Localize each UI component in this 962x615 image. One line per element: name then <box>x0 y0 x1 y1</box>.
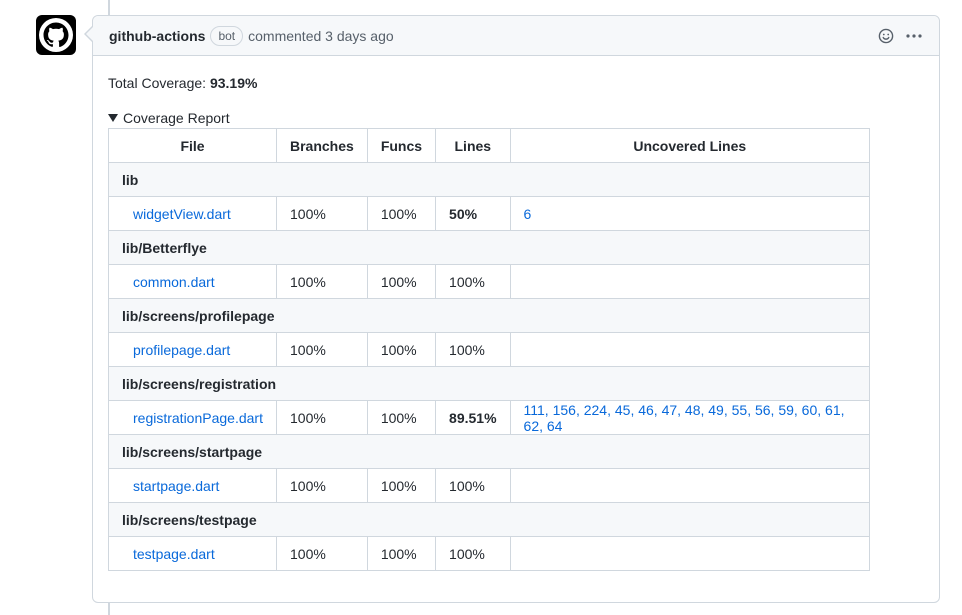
uncovered-lines-cell: 111, 156, 224, 45, 46, 47, 48, 49, 55, 5… <box>509 400 871 435</box>
file-cell: widgetView.dart <box>108 196 277 231</box>
author-avatar[interactable] <box>36 15 76 55</box>
file-link[interactable]: widgetView.dart <box>133 206 231 222</box>
comment-body: Total Coverage: 93.19% Coverage Report F… <box>93 56 939 589</box>
uncovered-lines-cell <box>509 332 871 367</box>
funcs-cell: 100% <box>366 468 437 503</box>
comment-actions <box>877 27 923 45</box>
table-row: common.dart 100% 100% 100% <box>108 264 871 299</box>
funcs-cell: 100% <box>366 264 437 299</box>
triangle-down-icon <box>108 114 118 122</box>
uncovered-lines-cell <box>509 536 871 571</box>
bot-badge: bot <box>210 25 244 46</box>
branches-cell: 100% <box>276 468 368 503</box>
file-cell: profilepage.dart <box>108 332 277 367</box>
group-name: lib/screens/startpage <box>108 434 870 469</box>
group-name: lib <box>108 162 870 197</box>
coverage-report-toggle[interactable]: Coverage Report <box>108 109 924 127</box>
file-cell: registrationPage.dart <box>108 400 277 435</box>
funcs-cell: 100% <box>366 400 437 435</box>
uncovered-lines-link[interactable]: 6 <box>524 206 532 222</box>
column-header-file: File <box>108 128 277 163</box>
smiley-icon[interactable] <box>877 27 895 45</box>
comment-header: github-actions bot commented 3 days ago <box>93 16 939 56</box>
kebab-horizontal-icon[interactable] <box>905 27 923 45</box>
file-cell: common.dart <box>108 264 277 299</box>
total-coverage: Total Coverage: 93.19% <box>108 74 924 92</box>
uncovered-lines-cell: 6 <box>509 196 871 231</box>
file-link[interactable]: profilepage.dart <box>133 342 230 358</box>
uncovered-lines-cell <box>509 468 871 503</box>
group-name: lib/screens/registration <box>108 366 870 401</box>
file-link[interactable]: testpage.dart <box>133 546 215 562</box>
table-group-row: lib/Betterflye <box>108 230 870 265</box>
branches-cell: 100% <box>276 536 368 571</box>
branches-cell: 100% <box>276 400 368 435</box>
table-header-row: File Branches Funcs Lines Uncovered Line… <box>108 128 871 163</box>
table-group-row: lib/screens/profilepage <box>108 298 870 333</box>
table-row: testpage.dart 100% 100% 100% <box>108 536 871 571</box>
file-link[interactable]: common.dart <box>133 274 215 290</box>
file-link[interactable]: registrationPage.dart <box>133 410 263 426</box>
group-name: lib/screens/profilepage <box>108 298 870 333</box>
table-group-row: lib/screens/startpage <box>108 434 870 469</box>
branches-cell: 100% <box>276 196 368 231</box>
table-group-row: lib/screens/registration <box>108 366 870 401</box>
coverage-table: File Branches Funcs Lines Uncovered Line… <box>108 128 871 571</box>
uncovered-lines-cell <box>509 264 871 299</box>
branches-cell: 100% <box>276 264 368 299</box>
file-cell: testpage.dart <box>108 536 277 571</box>
table-row: startpage.dart 100% 100% 100% <box>108 468 871 503</box>
table-group-row: lib <box>108 162 870 197</box>
funcs-cell: 100% <box>366 332 437 367</box>
table-row: profilepage.dart 100% 100% 100% <box>108 332 871 367</box>
total-coverage-value: 93.19% <box>209 75 258 91</box>
funcs-cell: 100% <box>366 536 437 571</box>
table-group-row: lib/screens/testpage <box>108 502 870 537</box>
funcs-cell: 100% <box>366 196 437 231</box>
group-name: lib/screens/testpage <box>108 502 870 537</box>
group-name: lib/Betterflye <box>108 230 870 265</box>
table-row: widgetView.dart 100% 100% 50% 6 <box>108 196 871 231</box>
comment-pointer-fill <box>86 27 93 41</box>
lines-cell: 50% <box>435 196 511 231</box>
lines-cell: 100% <box>435 468 511 503</box>
lines-cell: 100% <box>435 536 511 571</box>
github-mark-icon <box>39 18 73 52</box>
column-header-funcs: Funcs <box>366 128 437 163</box>
lines-cell: 89.51% <box>435 400 511 435</box>
comment-timestamp[interactable]: commented 3 days ago <box>248 28 394 44</box>
table-row: registrationPage.dart 100% 100% 89.51% 111, … <box>108 400 871 435</box>
author-name[interactable]: github-actions <box>109 28 205 44</box>
column-header-lines: Lines <box>435 128 511 163</box>
total-coverage-label: Total Coverage: <box>108 75 207 91</box>
uncovered-lines-link[interactable]: 111, 156, 224, 45, 46, 47, 48, 49, 55, 5… <box>524 402 845 434</box>
file-link[interactable]: startpage.dart <box>133 478 219 494</box>
comment-box: github-actions bot commented 3 days ago <box>92 15 940 603</box>
coverage-report-label: Coverage Report <box>123 110 230 126</box>
lines-cell: 100% <box>435 264 511 299</box>
column-header-uncovered-lines: Uncovered Lines <box>509 128 871 163</box>
lines-cell: 100% <box>435 332 511 367</box>
branches-cell: 100% <box>276 332 368 367</box>
column-header-branches: Branches <box>276 128 368 163</box>
file-cell: startpage.dart <box>108 468 277 503</box>
